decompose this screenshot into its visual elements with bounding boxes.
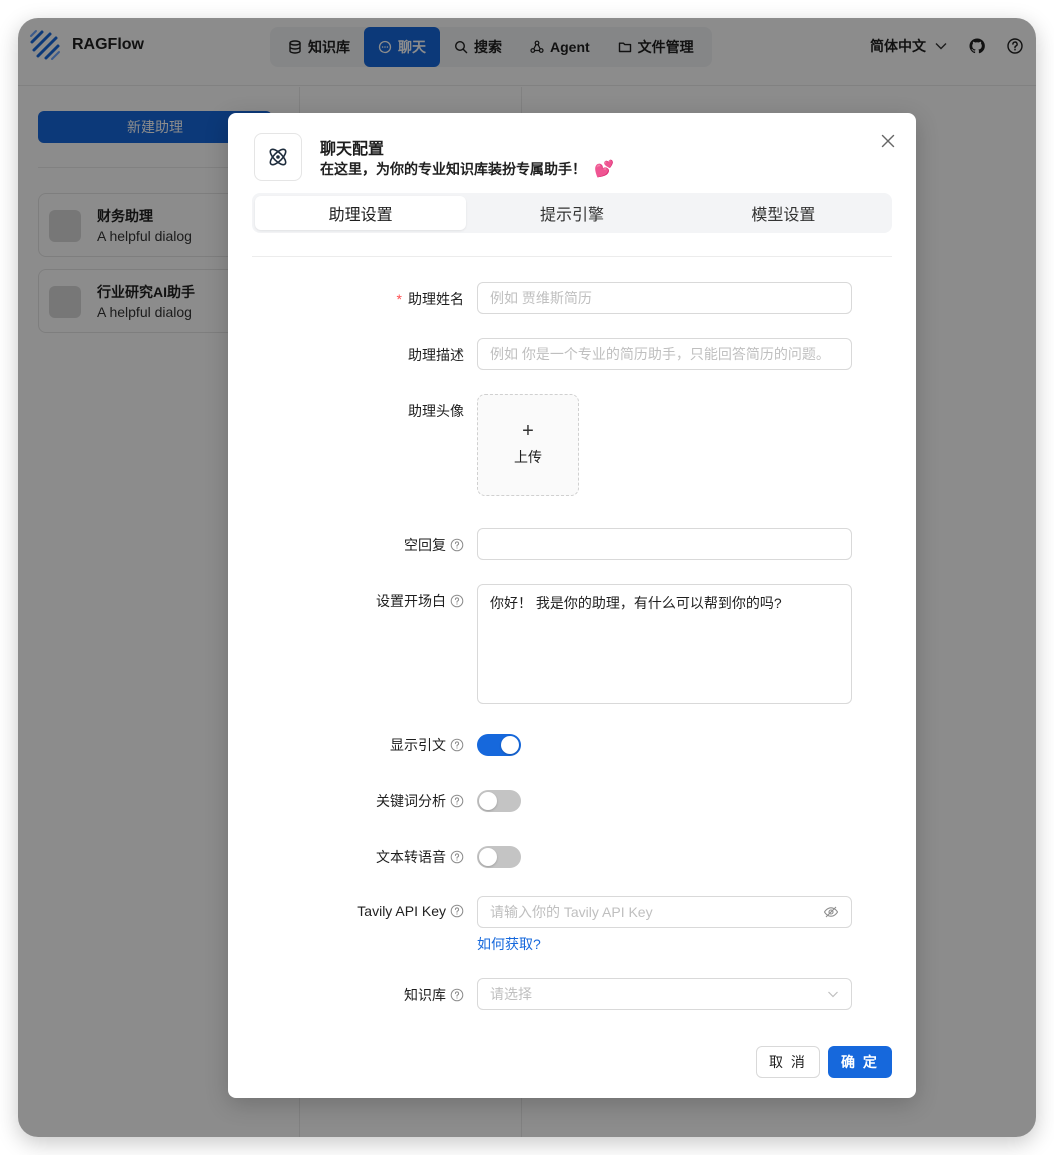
label-text: 助理姓名 <box>408 291 464 307</box>
opener-textarea[interactable]: 你好！ 我是你的助理，有什么可以帮到你的吗? <box>477 584 852 704</box>
label-text: 助理头像 <box>408 403 464 419</box>
app-window: RAGFlow 知识库 聊天 搜索 Agent 文件管理 简体中文 新建助理 财… <box>18 18 1036 1137</box>
how-to-get-link[interactable]: 如何获取? <box>477 934 541 954</box>
tts-toggle[interactable] <box>477 846 521 868</box>
assistant-name-input[interactable]: 例如 贾维斯简历 <box>477 282 852 314</box>
toggle-knob <box>479 792 497 810</box>
question-circle-icon[interactable] <box>450 904 464 918</box>
opener-label: 设置开场白 <box>376 591 464 611</box>
chat-config-modal: 聊天配置 在这里，为你的专业知识库装扮专属助手！ 💕 助理设置 提示引擎 模型设… <box>228 113 916 1098</box>
question-circle-icon[interactable] <box>450 794 464 808</box>
label-text: 文本转语音 <box>376 849 446 865</box>
question-circle-icon[interactable] <box>450 594 464 608</box>
tab-model-settings[interactable]: 模型设置 <box>678 196 889 230</box>
tab-assistant-settings[interactable]: 助理设置 <box>255 196 467 230</box>
label-text: 设置开场白 <box>376 593 446 609</box>
question-circle-icon[interactable] <box>450 850 464 864</box>
tts-label: 文本转语音 <box>376 847 464 867</box>
tavily-label: Tavily API Key <box>357 903 464 919</box>
empty-reply-input[interactable] <box>477 528 852 560</box>
assistant-name-label: * 助理姓名 <box>397 289 464 309</box>
toggle-knob <box>479 848 497 866</box>
placeholder: 请输入你的 Tavily API Key <box>490 904 653 920</box>
avatar-upload[interactable]: + 上传 <box>477 394 579 496</box>
label-text: 助理描述 <box>408 347 464 363</box>
placeholder: 例如 你是一个专业的简历助手，只能回答简历的问题。 <box>490 346 830 362</box>
question-circle-icon[interactable] <box>450 988 464 1002</box>
upload-label: 上传 <box>514 449 542 465</box>
assistant-avatar-label: 助理头像 <box>408 401 464 421</box>
question-circle-icon[interactable] <box>450 738 464 752</box>
modal-icon <box>254 133 302 181</box>
assistant-description-input[interactable]: 例如 你是一个专业的简历助手，只能回答简历的问题。 <box>477 338 852 370</box>
keyword-analysis-label: 关键词分析 <box>376 791 464 811</box>
label-text: 关键词分析 <box>376 793 446 809</box>
toggle-knob <box>501 736 519 754</box>
knowledge-base-label: 知识库 <box>404 985 464 1005</box>
modal-title: 聊天配置 <box>320 141 385 158</box>
empty-reply-label: 空回复 <box>404 535 464 555</box>
confirm-button[interactable]: 确 定 <box>828 1046 892 1078</box>
tab-prompt-engine[interactable]: 提示引擎 <box>466 196 677 230</box>
atom-icon <box>269 148 287 166</box>
question-circle-icon[interactable] <box>450 538 464 552</box>
label-text: 知识库 <box>404 987 446 1003</box>
label-text: 显示引文 <box>390 737 446 753</box>
assistant-description-label: 助理描述 <box>408 345 464 365</box>
placeholder: 例如 贾维斯简历 <box>490 290 592 306</box>
hearts-emoji: 💕 <box>594 161 614 178</box>
tavily-api-key-input[interactable]: 请输入你的 Tavily API Key <box>477 896 852 928</box>
show-quote-label: 显示引文 <box>390 735 464 755</box>
modal-subtitle: 在这里，为你的专业知识库装扮专属助手！ 💕 <box>320 159 614 179</box>
cancel-button[interactable]: 取 消 <box>756 1046 820 1078</box>
required-mark: * <box>396 291 402 307</box>
close-icon[interactable] <box>880 133 896 149</box>
modal-divider <box>252 256 892 257</box>
label-text: 空回复 <box>404 537 446 553</box>
knowledge-base-select[interactable]: 请选择 <box>477 978 852 1010</box>
modal-subtitle-text: 在这里，为你的专业知识库装扮专属助手！ <box>320 161 586 177</box>
placeholder: 请选择 <box>490 986 532 1002</box>
show-quote-toggle[interactable] <box>477 734 521 756</box>
keyword-analysis-toggle[interactable] <box>477 790 521 812</box>
plus-icon: + <box>522 420 534 442</box>
chevron-down-icon <box>828 991 838 998</box>
label-text: Tavily API Key <box>357 903 446 919</box>
eye-invisible-icon[interactable] <box>823 904 839 920</box>
config-tabs: 助理设置 提示引擎 模型设置 <box>252 193 892 233</box>
